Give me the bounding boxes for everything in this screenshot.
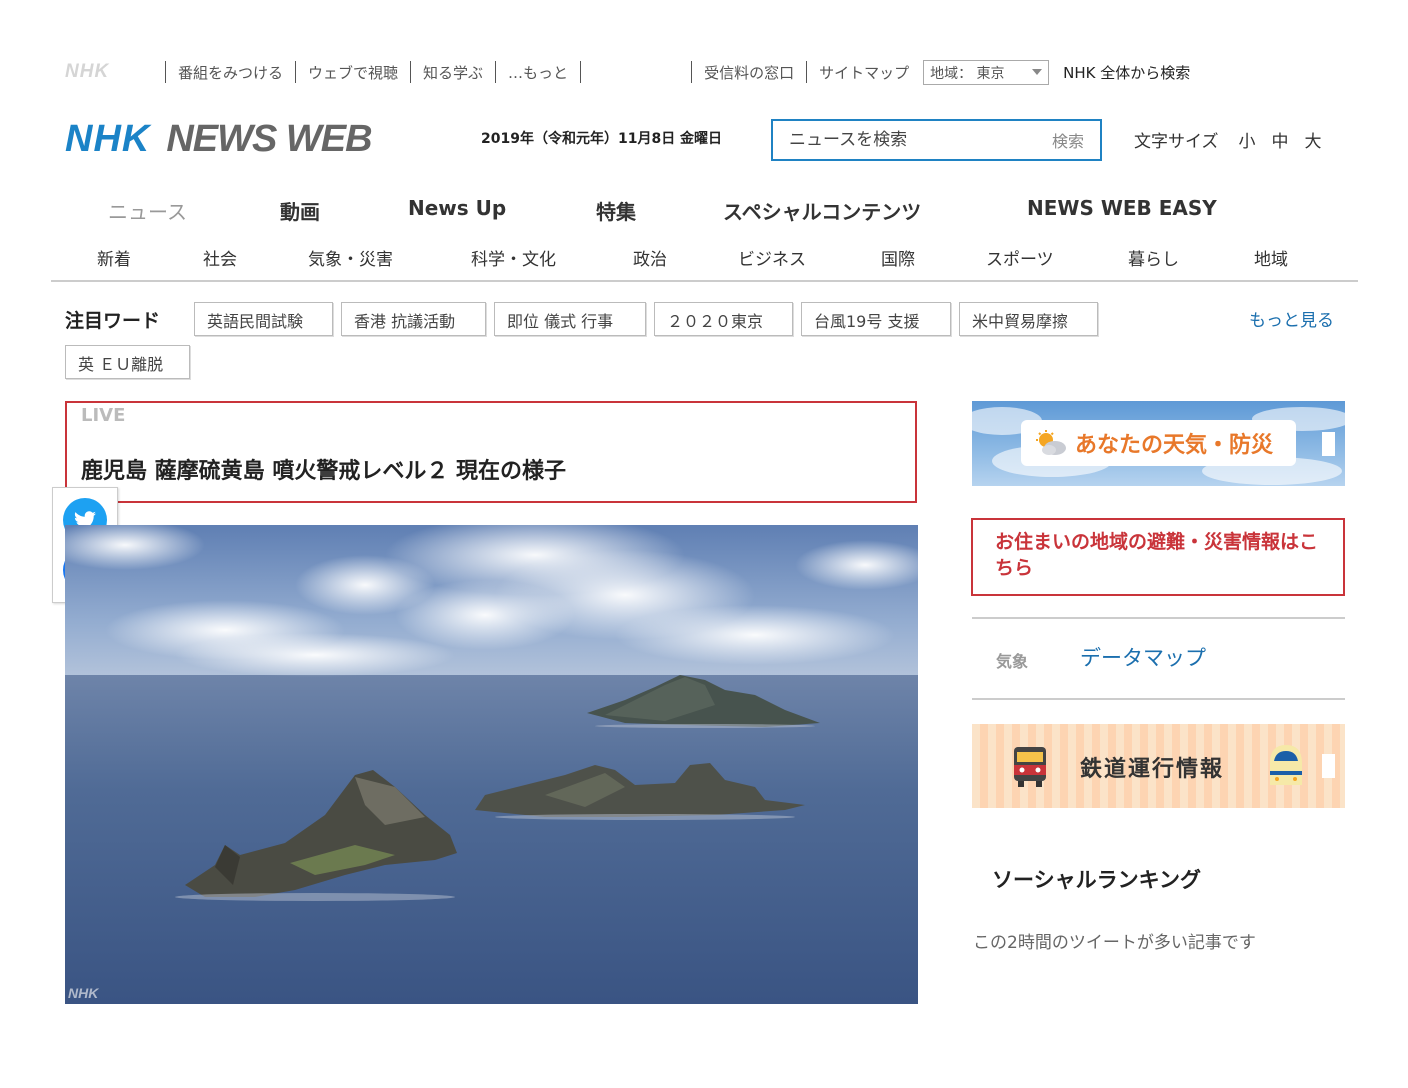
- category-weather-disaster[interactable]: 気象・災害: [308, 245, 393, 270]
- chevron-down-icon: [1032, 68, 1043, 75]
- utility-bar: NHK 番組をみつける ウェブで視聴 知る学ぶ …もっと 受信料の窓口 サイトマ…: [65, 58, 1345, 86]
- article-photo[interactable]: NHK: [65, 525, 918, 1004]
- hot-word-tag[interactable]: 台風19号 支援: [801, 302, 951, 336]
- category-politics[interactable]: 政治: [633, 245, 667, 270]
- weather-banner[interactable]: あなたの天気・防災: [972, 401, 1345, 486]
- category-regional[interactable]: 地域: [1254, 245, 1288, 270]
- live-article[interactable]: LIVE 鹿児島 薩摩硫黄島 噴火警戒レベル２ 現在の様子: [65, 401, 917, 503]
- more-hot-words-link[interactable]: もっと見る: [1249, 306, 1334, 331]
- nav-news-up[interactable]: News Up: [408, 196, 596, 225]
- link-watch-web[interactable]: ウェブで視聴: [308, 62, 398, 83]
- hot-word-tag[interactable]: 英語民間試験: [194, 302, 333, 336]
- nav-news-web-easy[interactable]: NEWS WEB EASY: [1027, 196, 1217, 225]
- region-select[interactable]: 地域： 東京: [923, 59, 1050, 85]
- divider: [972, 617, 1345, 619]
- font-size-medium[interactable]: 中: [1272, 127, 1289, 152]
- category-nav: 新着 社会 気象・災害 科学・文化 政治 ビジネス 国際 スポーツ 暮らし 地域: [51, 240, 1358, 282]
- banner-tab: [1322, 754, 1335, 778]
- divider: [691, 61, 693, 83]
- hot-word-tag[interactable]: 米中貿易摩擦: [959, 302, 1098, 336]
- divider: [410, 61, 412, 83]
- nhk-logo-small[interactable]: NHK: [65, 61, 153, 83]
- nav-video[interactable]: 動画: [280, 196, 408, 225]
- main-nav: ニュース 動画 News Up 特集 スペシャルコンテンツ NEWS WEB E…: [108, 196, 1217, 225]
- bullet-train-icon: [1270, 745, 1302, 785]
- category-science-culture[interactable]: 科学・文化: [471, 245, 556, 270]
- category-life[interactable]: 暮らし: [1128, 245, 1179, 270]
- news-search: 検索: [771, 119, 1102, 161]
- region-select-value: 地域： 東京: [930, 65, 1005, 82]
- divider: [972, 698, 1345, 700]
- weather-label: 気象: [996, 652, 1029, 671]
- banner-tab: [1322, 432, 1335, 456]
- hot-word-tag[interactable]: ２０２０東京: [654, 302, 793, 336]
- sun-cloud-icon: [1036, 430, 1066, 455]
- category-latest[interactable]: 新着: [97, 245, 131, 270]
- link-global-search[interactable]: NHK 全体から検索: [1063, 62, 1190, 83]
- nav-news[interactable]: ニュース: [108, 196, 280, 225]
- font-size-small[interactable]: 小: [1239, 127, 1256, 152]
- category-business[interactable]: ビジネス: [738, 245, 806, 270]
- divider: [495, 61, 497, 83]
- hot-words-label: 注目ワード: [65, 310, 161, 332]
- font-size-large[interactable]: 大: [1305, 127, 1322, 152]
- weather-banner-text: あなたの天気・防災: [1075, 433, 1274, 458]
- current-date: 2019年（令和元年）11月8日 金曜日: [481, 131, 723, 147]
- search-button[interactable]: 検索: [1052, 128, 1084, 152]
- local-train-icon: [1014, 747, 1046, 787]
- nav-special-contents[interactable]: スペシャルコンテンツ: [723, 196, 1027, 225]
- divider: [806, 61, 808, 83]
- link-more[interactable]: …もっと: [508, 62, 568, 83]
- hot-word-tag[interactable]: 英 ＥＵ離脱: [65, 345, 190, 379]
- train-info-banner[interactable]: 鉄道運行情報: [972, 724, 1345, 808]
- social-ranking-subtitle: この2時間のツイートが多い記事です: [973, 933, 1256, 953]
- category-sports[interactable]: スポーツ: [986, 245, 1054, 270]
- social-ranking-title: ソーシャルランキング: [992, 868, 1201, 892]
- logo-news-web: NEWS WEB: [166, 117, 372, 160]
- hot-word-tag[interactable]: 香港 抗議活動: [341, 302, 486, 336]
- live-headline[interactable]: 鹿児島 薩摩硫黄島 噴火警戒レベル２ 現在の様子: [81, 453, 566, 485]
- data-map-link[interactable]: データマップ: [1080, 642, 1206, 672]
- logo-nhk: NHK: [65, 117, 151, 160]
- font-size-control: 文字サイズ 小 中 大: [1134, 127, 1322, 152]
- divider: [580, 61, 582, 83]
- category-international[interactable]: 国際: [881, 245, 915, 270]
- search-input[interactable]: [789, 130, 1029, 150]
- evacuation-info-link[interactable]: お住まいの地域の避難・災害情報はこちら: [971, 518, 1345, 596]
- link-learn[interactable]: 知る学ぶ: [423, 62, 483, 83]
- link-find-programs[interactable]: 番組をみつける: [178, 62, 283, 83]
- link-reception-fee[interactable]: 受信料の窓口: [704, 62, 794, 83]
- train-banner-text: 鉄道運行情報: [1080, 757, 1225, 782]
- weather-banner-label: あなたの天気・防災: [1021, 420, 1296, 466]
- islands-aerial-image: [65, 525, 918, 1004]
- category-society[interactable]: 社会: [203, 245, 237, 270]
- hot-word-tag[interactable]: 即位 儀式 行事: [494, 302, 646, 336]
- nav-features[interactable]: 特集: [596, 196, 723, 225]
- font-size-label: 文字サイズ: [1134, 132, 1219, 152]
- divider: [165, 61, 166, 83]
- divider: [295, 61, 297, 83]
- photo-watermark: NHK: [68, 985, 99, 1001]
- site-logo[interactable]: NHK NEWS WEB: [65, 117, 373, 160]
- link-sitemap[interactable]: サイトマップ: [819, 62, 909, 83]
- live-badge: LIVE: [81, 405, 126, 426]
